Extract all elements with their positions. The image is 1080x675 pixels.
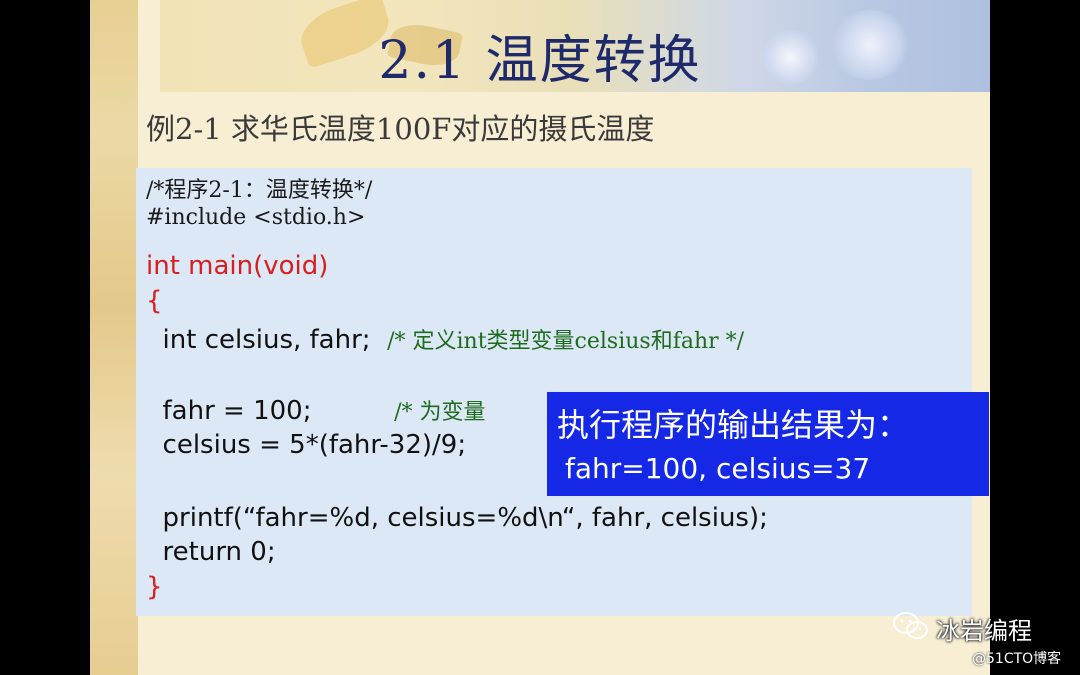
code-return-line: return 0;: [146, 537, 276, 567]
code-declaration: int celsius, fahr;: [146, 325, 388, 355]
code-declaration-line: int celsius, fahr; /* 定义int类型变量celsius和f…: [146, 323, 745, 355]
presentation-slide: 2.1 温度转换 例2-1 求华氏温度100F对应的摄氏温度 /*程序2-1：温…: [90, 0, 990, 675]
code-calculation-line: celsius = 5*(fahr-32)/9;: [146, 430, 467, 460]
output-callout: 执行程序的输出结果为： fahr=100, celsius=37: [547, 392, 989, 496]
video-frame: 2.1 温度转换 例2-1 求华氏温度100F对应的摄氏温度 /*程序2-1：温…: [0, 0, 1080, 675]
code-open-brace: {: [146, 286, 163, 316]
code-assignment-line: fahr = 100; /* 为变量: [146, 394, 486, 426]
code-close-brace: }: [146, 572, 163, 602]
slide-subtitle: 例2-1 求华氏温度100F对应的摄氏温度: [146, 112, 655, 146]
code-comment-header: /*程序2-1：温度转换*/: [146, 178, 373, 203]
code-assignment-comment: /* 为变量: [394, 400, 486, 425]
output-result: fahr=100, celsius=37: [565, 452, 871, 485]
code-assignment: fahr = 100;: [146, 396, 395, 426]
slide-title: 2.1 温度转换: [378, 31, 702, 91]
wechat-icon: [893, 612, 928, 639]
code-printf-line: printf(“fahr=%d, celsius=%d\n“, fahr, ce…: [146, 503, 768, 533]
code-include-line: #include <stdio.h>: [146, 205, 366, 230]
code-main-signature: int main(void): [146, 251, 329, 281]
brand-name: 冰岩编程: [936, 617, 1032, 645]
output-heading: 执行程序的输出结果为：: [557, 406, 910, 444]
decorative-left-strip: [90, 0, 138, 675]
code-declaration-comment: /* 定义int类型变量celsius和fahr */: [387, 329, 745, 354]
site-watermark: @51CTO博客: [972, 651, 1062, 667]
